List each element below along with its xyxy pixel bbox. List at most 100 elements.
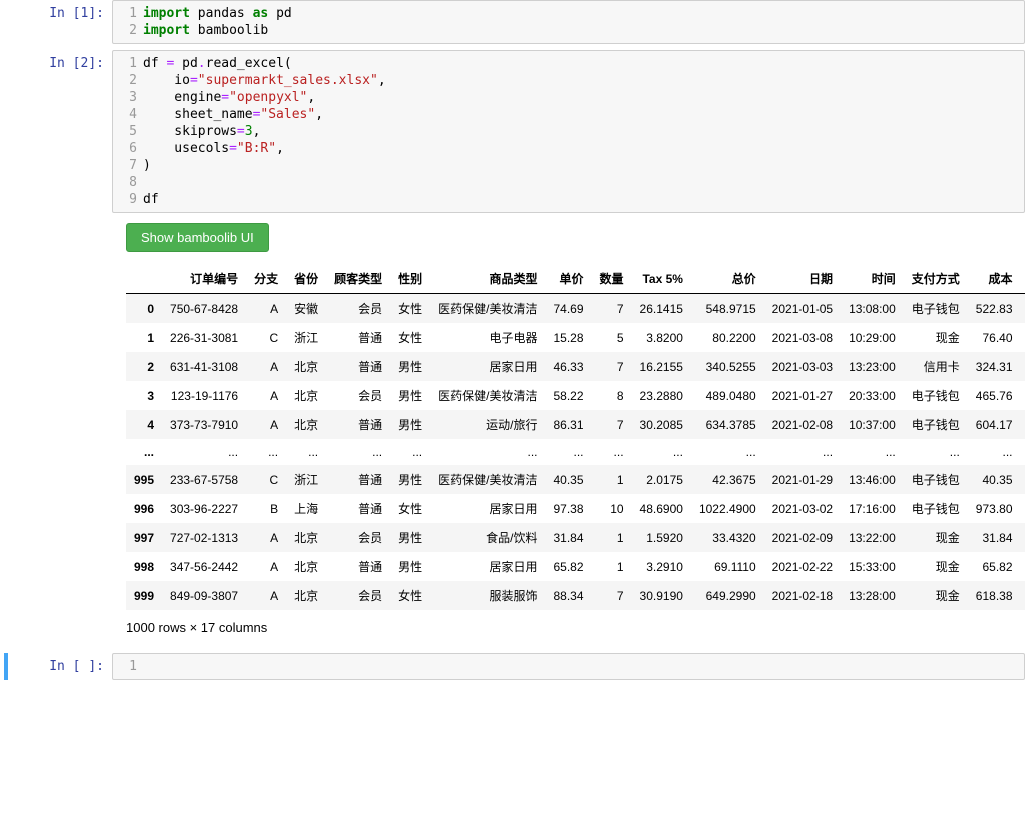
table-cell: 现金 (904, 581, 968, 610)
table-cell: 医药保健/美妆清洁 (430, 465, 545, 494)
dataframe-output[interactable]: 订单编号分支省份顾客类型性别商品类型单价数量Tax 5%总价日期时间支付方式成本… (126, 264, 1025, 610)
prompt-in-2: In [2]: (4, 50, 112, 213)
table-row: ........................................… (126, 439, 1025, 465)
table-cell: 普通 (326, 494, 390, 523)
table-cell: A (246, 410, 286, 439)
table-cell: 2021-01-05 (764, 294, 841, 324)
table-cell: ... (592, 439, 632, 465)
code-line: import bamboolib (143, 22, 1018, 39)
column-header[interactable]: 毛利率 (1021, 264, 1026, 294)
table-cell: 2021-02-22 (764, 552, 841, 581)
table-cell: 7 (592, 410, 632, 439)
table-cell: ... (632, 439, 691, 465)
table-cell: A (246, 552, 286, 581)
column-header[interactable]: 支付方式 (904, 264, 968, 294)
table-cell: 男性 (390, 410, 430, 439)
table-cell: 4.761905 (1021, 410, 1026, 439)
table-cell: 634.3785 (691, 410, 764, 439)
row-index: 1 (126, 323, 162, 352)
table-cell: ... (968, 439, 1021, 465)
table-cell: 会员 (326, 581, 390, 610)
column-header[interactable]: 省份 (286, 264, 326, 294)
column-header[interactable]: 日期 (764, 264, 841, 294)
show-bamboolib-button[interactable]: Show bamboolib UI (126, 223, 269, 252)
table-cell: 北京 (286, 552, 326, 581)
table-cell: ... (1021, 439, 1026, 465)
table-cell: 电子钱包 (904, 465, 968, 494)
table-cell: 33.4320 (691, 523, 764, 552)
row-index: 4 (126, 410, 162, 439)
table-cell: 7 (592, 581, 632, 610)
table-cell: 会员 (326, 523, 390, 552)
row-index: 2 (126, 352, 162, 381)
column-header[interactable]: 时间 (841, 264, 904, 294)
table-cell: 居家日用 (430, 352, 545, 381)
code-line: sheet_name="Sales", (143, 106, 1018, 123)
table-cell: 会员 (326, 381, 390, 410)
table-cell: ... (162, 439, 246, 465)
dataframe-shape: 1000 rows × 17 columns (126, 620, 1025, 635)
line-gutter: 1 (113, 658, 143, 675)
column-header[interactable]: 性别 (390, 264, 430, 294)
table-cell: 69.1110 (691, 552, 764, 581)
table-cell: 1 (592, 552, 632, 581)
table-cell: 7 (592, 294, 632, 324)
code-input-empty[interactable]: 1 (112, 653, 1025, 680)
table-cell: 13:46:00 (841, 465, 904, 494)
table-cell: 16.2155 (632, 352, 691, 381)
table-row: 999849-09-3807A北京会员女性服装服饰88.34730.919064… (126, 581, 1025, 610)
row-index: 995 (126, 465, 162, 494)
code-input-2[interactable]: 123456789 df = pd.read_excel( io="superm… (112, 50, 1025, 213)
table-cell: A (246, 294, 286, 324)
table-cell: 10:29:00 (841, 323, 904, 352)
table-row: 998347-56-2442A北京普通男性居家日用65.8213.291069.… (126, 552, 1025, 581)
column-header[interactable]: 总价 (691, 264, 764, 294)
table-cell: 31.84 (968, 523, 1021, 552)
column-header[interactable]: 数量 (592, 264, 632, 294)
code-line: usecols="B:R", (143, 140, 1018, 157)
table-cell: 40.35 (968, 465, 1021, 494)
table-cell: 17:16:00 (841, 494, 904, 523)
table-cell: ... (764, 439, 841, 465)
table-cell: 现金 (904, 552, 968, 581)
table-cell: 北京 (286, 581, 326, 610)
table-cell: A (246, 352, 286, 381)
column-header[interactable]: 订单编号 (162, 264, 246, 294)
table-cell: B (246, 494, 286, 523)
table-cell: 13:22:00 (841, 523, 904, 552)
column-header[interactable]: 成本 (968, 264, 1021, 294)
index-header (126, 264, 162, 294)
table-row: 0750-67-8428A安徽会员女性医药保健/美妆清洁74.69726.141… (126, 294, 1025, 324)
column-header[interactable]: Tax 5% (632, 264, 691, 294)
table-cell: 女性 (390, 323, 430, 352)
table-cell: 医药保健/美妆清洁 (430, 294, 545, 324)
table-cell: 97.38 (546, 494, 592, 523)
table-cell: 76.40 (968, 323, 1021, 352)
table-cell: 7 (592, 352, 632, 381)
table-cell: 58.22 (546, 381, 592, 410)
column-header[interactable]: 顾客类型 (326, 264, 390, 294)
table-cell: C (246, 465, 286, 494)
table-cell: 2021-01-27 (764, 381, 841, 410)
table-cell: 548.9715 (691, 294, 764, 324)
table-cell: C (246, 323, 286, 352)
code-input-1[interactable]: 12 import pandas as pdimport bamboolib (112, 0, 1025, 44)
table-cell: 31.84 (546, 523, 592, 552)
column-header[interactable]: 单价 (546, 264, 592, 294)
column-header[interactable]: 商品类型 (430, 264, 545, 294)
table-cell: 80.2200 (691, 323, 764, 352)
table-cell: 65.82 (968, 552, 1021, 581)
table-cell: 4.761905 (1021, 581, 1026, 610)
code-cell-empty-selected[interactable]: In [ ]: 1 (4, 653, 1025, 680)
table-cell: 女性 (390, 294, 430, 324)
row-index: 3 (126, 381, 162, 410)
table-cell: 运动/旅行 (430, 410, 545, 439)
prompt-in-empty: In [ ]: (8, 653, 112, 680)
column-header[interactable]: 分支 (246, 264, 286, 294)
table-cell: 727-02-1313 (162, 523, 246, 552)
table-cell: 1 (592, 465, 632, 494)
table-cell: 男性 (390, 465, 430, 494)
code-cell-2: In [2]: 123456789 df = pd.read_excel( io… (4, 50, 1025, 213)
table-cell: 男性 (390, 523, 430, 552)
table-cell: ... (546, 439, 592, 465)
